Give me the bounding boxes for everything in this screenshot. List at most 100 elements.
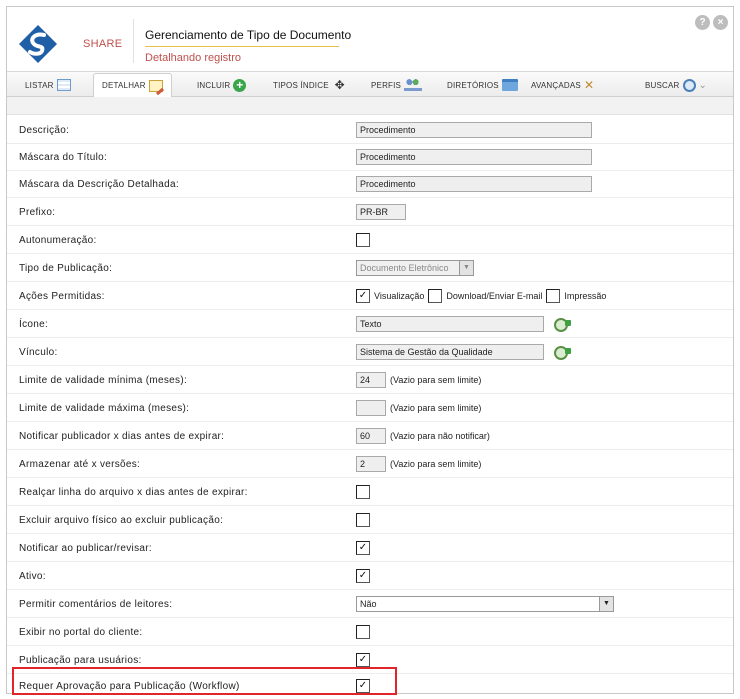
descricao-label: Descrição: [19,125,70,136]
row-armazenar-versoes: Armazenar até x versões: 2 (Vazio para s… [7,451,733,478]
mascara-titulo-label: Máscara do Título: [19,152,108,163]
armazenar-versoes-label: Armazenar até x versões: [19,459,141,470]
descricao-input[interactable]: Procedimento [356,122,592,138]
ativo-checkbox[interactable]: ✓ [356,569,370,583]
mascara-descricao-input[interactable]: Procedimento [356,176,592,192]
autonumeracao-checkbox[interactable] [356,233,370,247]
dropdown-arrow-icon: ▼ [459,261,473,275]
icone-input[interactable]: Texto [356,316,544,332]
acoes-permitidas-label: Ações Permitidas: [19,291,105,302]
page-title: Gerenciamento de Tipo de Documento [145,28,352,42]
tools-icon: ✕ [583,78,595,92]
tab-buscar-label: BUSCAR [645,80,680,90]
validade-maxima-label: Limite de validade máxima (meses): [19,403,190,414]
row-mascara-descricao: Máscara da Descrição Detalhada: Procedim… [7,171,733,198]
row-acoes-permitidas: Ações Permitidas: ✓ Visualização Downloa… [7,283,733,310]
row-validade-maxima: Limite de validade máxima (meses): (Vazi… [7,395,733,422]
armazenar-versoes-input[interactable]: 2 [356,456,386,472]
visualizacao-checkbox[interactable]: ✓ [356,289,370,303]
tab-perfis-label: PERFIS [371,80,402,90]
tab-diretorios[interactable]: DIRETÓRIOS [447,75,518,95]
publicacao-usuarios-checkbox[interactable]: ✓ [356,653,370,667]
main-window: SHARE Gerenciamento de Tipo de Documento… [6,6,734,695]
notificar-publicar-checkbox[interactable]: ✓ [356,541,370,555]
comentarios-select[interactable]: Não ▼ [356,596,614,612]
tab-tipos-indice[interactable]: TIPOS ÍNDICE ✥ [273,75,348,95]
header: SHARE Gerenciamento de Tipo de Documento… [7,7,733,71]
tab-bar: LISTAR DETALHAR INCLUIR + TIPOS ÍNDICE ✥… [7,71,733,98]
title-underline [145,46,339,47]
comentarios-value: Não [360,599,377,609]
impressao-checkbox[interactable] [546,289,561,303]
row-descricao: Descrição: Procedimento [7,117,733,144]
download-label: Download/Enviar E-mail [446,291,543,301]
tipo-publicacao-value: Documento Eletrônico [360,263,449,273]
brand-name: SHARE [83,38,123,50]
tab-perfis[interactable]: PERFIS [371,75,423,95]
mascara-descricao-label: Máscara da Descrição Detalhada: [19,179,179,190]
highlight-box [12,667,397,695]
prefixo-input[interactable]: PR-BR [356,204,406,220]
tab-listar-label: LISTAR [25,80,54,90]
vinculo-input[interactable]: Sistema de Gestão da Qualidade [356,344,544,360]
realcar-linha-checkbox[interactable] [356,485,370,499]
download-checkbox[interactable] [428,289,443,303]
validade-minima-input[interactable]: 24 [356,372,386,388]
realcar-linha-label: Realçar linha do arquivo x dias antes de… [19,487,248,498]
tab-avancadas[interactable]: AVANÇADAS ✕ [531,75,598,95]
lookup-icon[interactable] [554,317,572,332]
dropdown-arrow-icon: ▼ [599,597,613,611]
row-autonumeracao: Autonumeração: [7,227,733,254]
tab-listar[interactable]: LISTAR [25,75,71,95]
vinculo-label: Vínculo: [19,347,58,358]
list-icon [56,79,71,91]
move-arrows-icon: ✥ [334,78,345,92]
tab-avancadas-label: AVANÇADAS [531,80,581,90]
notificar-dias-label: Notificar publicador x dias antes de exp… [19,431,225,442]
row-ativo: Ativo: ✓ [7,563,733,590]
notificar-publicar-label: Notificar ao publicar/revisar: [19,543,152,554]
lookup-icon[interactable] [554,345,572,360]
mascara-titulo-input[interactable]: Procedimento [356,149,592,165]
tab-tipos-indice-label: TIPOS ÍNDICE [273,80,329,90]
validade-minima-hint: (Vazio para sem limite) [390,375,482,385]
publicacao-usuarios-label: Publicação para usuários: [19,655,142,666]
close-button[interactable]: × [713,15,728,30]
impressao-label: Impressão [564,291,607,301]
toolbar-strip [7,97,733,115]
row-icone: Ícone: Texto [7,311,733,338]
tab-incluir[interactable]: INCLUIR + [197,75,247,95]
help-button[interactable]: ? [695,15,710,30]
row-prefixo: Prefixo: PR-BR [7,199,733,226]
validade-maxima-hint: (Vazio para sem limite) [390,403,482,413]
row-comentarios: Permitir comentários de leitores: Não ▼ [7,591,733,618]
comentarios-label: Permitir comentários de leitores: [19,599,173,610]
share-logo-icon [19,25,57,63]
row-portal-cliente: Exibir no portal do cliente: [7,619,733,646]
ativo-label: Ativo: [19,571,46,582]
row-excluir-arquivo: Excluir arquivo físico ao excluir public… [7,507,733,534]
row-notificar-publicar: Notificar ao publicar/revisar: ✓ [7,535,733,562]
header-divider [133,19,134,63]
page-subtitle: Detalhando registro [145,52,242,64]
tipo-publicacao-label: Tipo de Publicação: [19,263,113,274]
notificar-dias-input[interactable]: 60 [356,428,386,444]
folder-icon [501,79,518,91]
tab-buscar[interactable]: BUSCAR ⌄ [645,75,707,95]
search-icon [682,78,696,92]
edit-document-icon [148,79,163,92]
tab-diretorios-label: DIRETÓRIOS [447,80,499,90]
portal-cliente-checkbox[interactable] [356,625,370,639]
tipo-publicacao-select[interactable]: Documento Eletrônico ▼ [356,260,474,276]
validade-minima-label: Limite de validade mínima (meses): [19,375,188,386]
visualizacao-label: Visualização [374,291,425,301]
excluir-arquivo-label: Excluir arquivo físico ao excluir public… [19,515,224,526]
prefixo-label: Prefixo: [19,207,56,218]
armazenar-versoes-hint: (Vazio para sem limite) [390,459,482,469]
users-icon [404,79,423,91]
row-notificar-dias: Notificar publicador x dias antes de exp… [7,423,733,450]
excluir-arquivo-checkbox[interactable] [356,513,370,527]
chevron-down-icon[interactable]: ⌄ [699,80,708,91]
validade-maxima-input[interactable] [356,400,386,416]
tab-detalhar[interactable]: DETALHAR [93,73,172,98]
